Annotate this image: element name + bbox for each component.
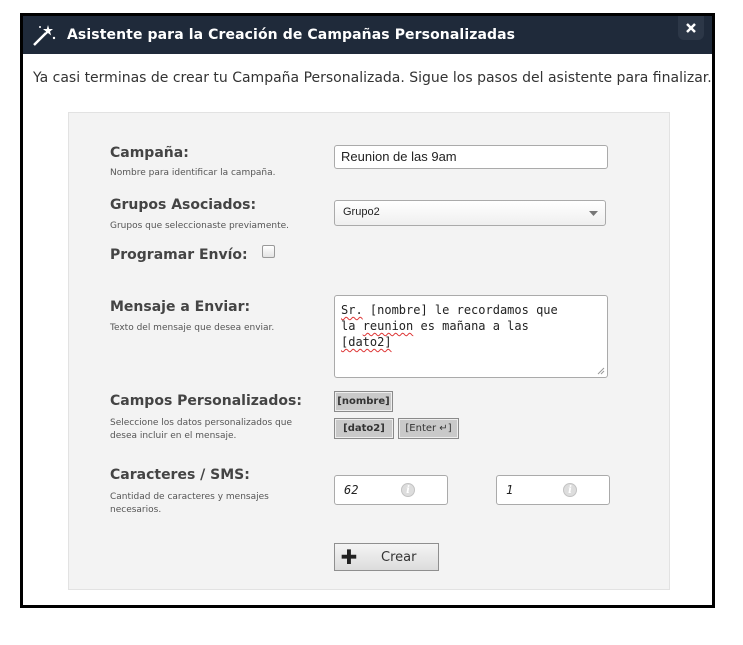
message-line3: [dato2]	[341, 335, 392, 349]
groups-select[interactable]: Grupo2	[334, 200, 606, 226]
create-button[interactable]: ✚ Crear	[334, 543, 439, 571]
char-count-value: 62	[344, 483, 359, 497]
schedule-label: Programar Envío:	[110, 247, 248, 263]
tag-enter[interactable]: [Enter ↵]	[398, 418, 459, 439]
groups-hint: Grupos que seleccionaste previamente.	[110, 221, 289, 231]
campaign-wizard-dialog: Asistente para la Creación de Campañas P…	[20, 13, 715, 608]
tag-nombre[interactable]: [nombre]	[334, 391, 393, 412]
wizard-form-panel: Campaña: Nombre para identificar la camp…	[68, 112, 670, 590]
campaign-hint: Nombre para identificar la campaña.	[110, 168, 276, 178]
plus-icon: ✚	[340, 545, 358, 569]
campaign-name-value: Reunion de las 9am	[341, 149, 457, 164]
dialog-title: Asistente para la Creación de Campañas P…	[67, 27, 516, 43]
message-line2-start: la	[341, 319, 363, 333]
close-button[interactable]	[678, 16, 704, 40]
chars-sms-hint-2: necesarios.	[110, 505, 162, 515]
custom-fields-hint-1: Seleccione los datos personalizados que	[110, 418, 292, 428]
message-word-reunion: reunion	[362, 319, 414, 333]
custom-fields-label: Campos Personalizados:	[110, 393, 302, 409]
message-textarea[interactable]: Sr. [nombre] le recordamos que la reunio…	[334, 295, 608, 378]
intro-text: Ya casi terminas de crear tu Campaña Per…	[33, 70, 712, 86]
tag-dato2[interactable]: [dato2]	[334, 418, 394, 439]
message-label: Mensaje a Enviar:	[110, 299, 251, 315]
message-line1-rest: [nombre] le recordamos que	[362, 303, 558, 317]
info-icon: i	[563, 483, 577, 497]
sms-count-value: 1	[506, 483, 514, 497]
groups-selected-value: Grupo2	[343, 206, 380, 218]
create-button-label: Crear	[381, 549, 417, 565]
dialog-titlebar: Asistente para la Creación de Campañas P…	[23, 16, 712, 54]
message-word-sr: Sr.	[341, 303, 363, 317]
message-hint: Texto del mensaje que desea enviar.	[110, 323, 275, 333]
campaign-label: Campaña:	[110, 145, 189, 161]
magic-wand-icon	[33, 25, 56, 46]
groups-label: Grupos Asociados:	[110, 197, 257, 213]
close-icon	[686, 23, 696, 33]
resize-handle-icon[interactable]	[597, 367, 605, 375]
message-line2-rest: es mañana a las	[413, 319, 529, 333]
caret-down-icon	[589, 211, 598, 216]
custom-fields-hint-2: desea incluir en el mensaje.	[110, 431, 237, 441]
info-icon: i	[401, 483, 415, 497]
campaign-name-input[interactable]: Reunion de las 9am	[334, 145, 608, 169]
chars-sms-hint-1: Cantidad de caracteres y mensajes	[110, 492, 269, 502]
schedule-checkbox[interactable]	[262, 245, 275, 258]
char-count-field: 62 i	[334, 475, 448, 505]
sms-count-field: 1 i	[496, 475, 610, 505]
chars-sms-label: Caracteres / SMS:	[110, 467, 250, 483]
